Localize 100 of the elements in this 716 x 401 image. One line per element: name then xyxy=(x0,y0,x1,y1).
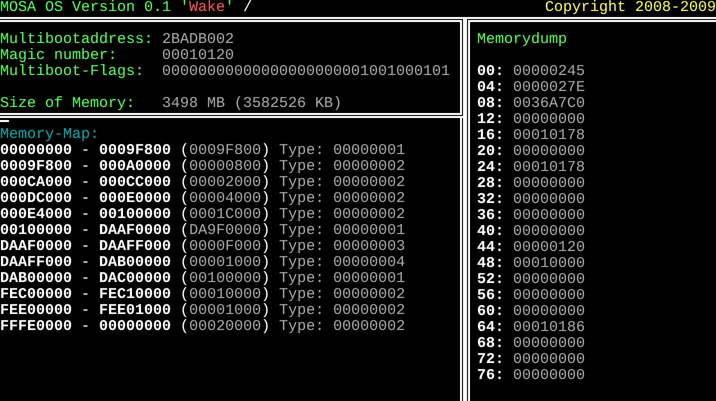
paren: ) xyxy=(261,319,270,335)
end-address: DAB00000 xyxy=(99,255,172,271)
dump-value: 00000000 xyxy=(513,224,586,240)
dump-offset: 00: xyxy=(477,64,504,80)
dump-value: 00000000 xyxy=(513,288,586,304)
paren: ( xyxy=(180,159,190,175)
paren: ( xyxy=(180,319,190,335)
dump-value: 00000000 xyxy=(513,352,586,368)
end-address: 0009F800 xyxy=(99,143,172,159)
type-value: 00000002 xyxy=(333,319,406,335)
dump-value: 0000027E xyxy=(513,80,586,96)
dump-offset: 56: xyxy=(477,288,504,304)
region-length: 00001000 xyxy=(189,303,262,319)
dump-value: 00000000 xyxy=(513,112,586,128)
paren: ( xyxy=(180,303,190,319)
start-address: 00000000 xyxy=(0,143,72,159)
os-title: MOSA OS Version 0.1 ' xyxy=(0,0,190,17)
dump-offset: 20: xyxy=(477,144,504,160)
paren: ( xyxy=(180,239,190,255)
dump-value: 00000000 xyxy=(513,368,586,384)
dump-offset: 16: xyxy=(477,128,504,144)
paren: ( xyxy=(180,143,190,159)
separator: - xyxy=(81,287,90,303)
type-label: Type: xyxy=(279,223,324,239)
dump-offset: 24: xyxy=(477,160,504,176)
region-length: 00001000 xyxy=(189,255,262,271)
dump-value: 00000000 xyxy=(513,336,586,352)
region-length: 0009F800 xyxy=(189,143,262,159)
paren: ( xyxy=(180,287,190,303)
region-length: 0001C000 xyxy=(189,207,262,223)
type-value: 00000002 xyxy=(333,191,406,207)
info-value: 3498 MB (3582526 KB) xyxy=(162,96,342,112)
paren: ) xyxy=(261,175,270,191)
info-label: Size of Memory: xyxy=(0,96,136,112)
type-value: 00000002 xyxy=(333,159,406,175)
separator: - xyxy=(81,207,90,223)
separator: - xyxy=(81,175,90,191)
end-address: DAAF0000 xyxy=(99,223,172,239)
dump-value: 00000120 xyxy=(513,240,586,256)
start-address: 0009F800 xyxy=(0,159,72,175)
info-label: Magic number: xyxy=(0,48,118,64)
paren: ( xyxy=(180,223,190,239)
dump-value: 0036A7C0 xyxy=(513,96,586,112)
separator: - xyxy=(81,303,90,319)
paren: ) xyxy=(261,287,270,303)
start-address: 000E4000 xyxy=(0,207,72,223)
paren: ( xyxy=(180,175,190,191)
dump-value: 00000000 xyxy=(513,176,586,192)
info-label: Multiboot-Flags: xyxy=(0,64,146,80)
end-address: DAAFF000 xyxy=(99,239,172,255)
dump-offset: 48: xyxy=(477,256,504,272)
dump-offset: 12: xyxy=(477,112,504,128)
type-label: Type: xyxy=(279,319,324,335)
type-label: Type: xyxy=(279,175,324,191)
start-address: DAAFF000 xyxy=(0,255,72,271)
region-length: DA9F0000 xyxy=(189,223,262,239)
info-label: Multibootaddress: xyxy=(0,32,154,48)
type-value: 00000002 xyxy=(333,287,406,303)
end-address: FEC10000 xyxy=(99,287,172,303)
region-length: 00002000 xyxy=(189,175,262,191)
type-label: Type: xyxy=(279,287,324,303)
type-value: 00000003 xyxy=(333,239,406,255)
end-address: 000A0000 xyxy=(99,159,172,175)
end-address: 000E0000 xyxy=(99,191,172,207)
end-address: 000CC000 xyxy=(99,175,172,191)
paren: ) xyxy=(261,255,270,271)
paren: ) xyxy=(261,303,270,319)
separator: - xyxy=(81,271,90,287)
separator: - xyxy=(81,191,90,207)
dump-value: 00010186 xyxy=(513,320,586,336)
separator: - xyxy=(81,239,90,255)
type-label: Type: xyxy=(279,143,324,159)
region-length: 00000800 xyxy=(189,159,262,175)
codename: Wake xyxy=(189,0,226,17)
dump-value: 00010178 xyxy=(513,128,586,144)
type-value: 00000002 xyxy=(333,303,406,319)
start-address: DAAF0000 xyxy=(0,239,72,255)
type-label: Type: xyxy=(279,303,324,319)
start-address: DAB00000 xyxy=(0,271,72,287)
type-value: 00000001 xyxy=(333,271,406,287)
dump-offset: 64: xyxy=(477,320,504,336)
dump-value: 00000245 xyxy=(513,64,586,80)
dump-value: 00010000 xyxy=(513,256,586,272)
cursor xyxy=(0,120,9,122)
dump-value: 00000000 xyxy=(513,272,586,288)
dump-value: 00000000 xyxy=(513,192,586,208)
dump-value: 00000000 xyxy=(513,144,586,160)
start-address: FFFE0000 xyxy=(0,319,72,335)
paren: ) xyxy=(261,239,270,255)
separator: - xyxy=(81,255,90,271)
type-value: 00000001 xyxy=(333,143,406,159)
region-length: 00020000 xyxy=(189,319,262,335)
type-label: Type: xyxy=(279,159,324,175)
type-label: Type: xyxy=(279,191,324,207)
copyright: Copyright 2008-2009 xyxy=(544,0,716,17)
info-value: 00000000000000000000001001000101 xyxy=(162,64,450,80)
dump-value: 00010178 xyxy=(513,160,586,176)
start-address: 000CA000 xyxy=(0,175,72,191)
type-label: Type: xyxy=(279,255,324,271)
paren: ) xyxy=(261,271,270,287)
